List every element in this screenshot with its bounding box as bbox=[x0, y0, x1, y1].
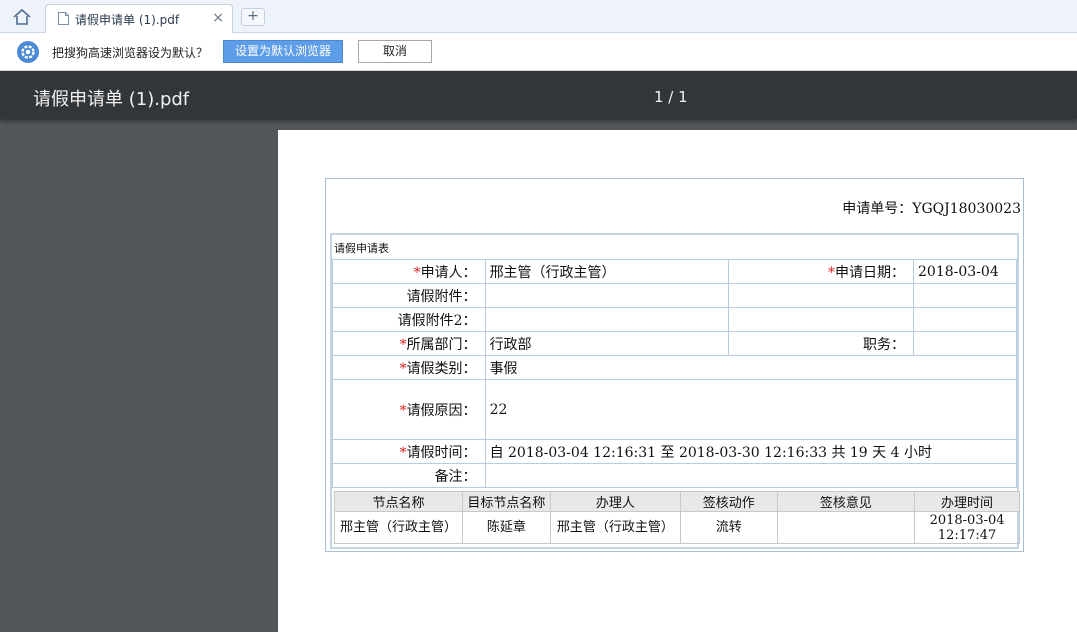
target-node-cell: 陈延章 bbox=[461, 511, 551, 544]
leave-reason-label-text: 请假原因： bbox=[406, 402, 477, 419]
page-counter: 1 / 1 bbox=[654, 88, 688, 106]
department-label-text: 所属部门： bbox=[406, 336, 477, 353]
table-header-row: 节点名称 目标节点名称 办理人 签核动作 签核意见 办理时间 bbox=[334, 491, 1020, 512]
table-row: *请假时间： 自 2018-03-04 12:16:31 至 2018-03-3… bbox=[332, 439, 1018, 464]
leave-time-label-text: 请假时间： bbox=[406, 444, 477, 461]
date-label: *申请日期： bbox=[728, 259, 915, 284]
leave-type-label: *请假类别： bbox=[332, 355, 486, 380]
document-icon bbox=[58, 12, 69, 25]
required-mark: * bbox=[413, 264, 421, 281]
close-tab-icon[interactable]: × bbox=[212, 10, 224, 26]
required-mark: * bbox=[399, 402, 407, 419]
applicant-label: *申请人： bbox=[332, 259, 486, 284]
handler-cell: 邢主管（行政主管） bbox=[549, 511, 681, 544]
request-number: 申请单号：YGQJ18030023 bbox=[842, 198, 1021, 218]
form-body: 请假申请表 *申请人： 邢主管（行政主管） *申请日期： 2018-03-04 … bbox=[330, 233, 1020, 549]
form-fields-table: *申请人： 邢主管（行政主管） *申请日期： 2018-03-04 请假附件： … bbox=[332, 259, 1018, 488]
browser-tab-strip: 请假申请单 (1).pdf × + bbox=[0, 0, 1077, 33]
column-header: 签核动作 bbox=[679, 491, 778, 512]
attachment2-value bbox=[484, 307, 730, 332]
form-heading: 请假申请表 bbox=[334, 242, 389, 255]
leave-reason-value: 22 bbox=[484, 379, 1018, 440]
approval-log-table: 节点名称 目标节点名称 办理人 签核动作 签核意见 办理时间 邢主管（行政主管）… bbox=[334, 491, 1020, 544]
date-value: 2018-03-04 bbox=[913, 259, 1017, 284]
cancel-button[interactable]: 取消 bbox=[358, 40, 432, 63]
leave-type-value: 事假 bbox=[484, 355, 1018, 380]
required-mark: * bbox=[399, 444, 407, 461]
column-header: 签核意见 bbox=[776, 491, 916, 512]
table-row: *请假原因： 22 bbox=[332, 379, 1018, 440]
prompt-message: 把搜狗高速浏览器设为默认？ bbox=[52, 46, 209, 60]
new-tab-button[interactable]: + bbox=[241, 8, 265, 26]
empty-cell bbox=[728, 307, 915, 332]
date-label-text: 申请日期： bbox=[835, 264, 906, 281]
note-label: 备注： bbox=[332, 463, 486, 488]
table-row: 邢主管（行政主管） 陈延章 邢主管（行政主管） 流转 2018-03-04 12:… bbox=[334, 511, 1020, 544]
node-name-cell: 邢主管（行政主管） bbox=[334, 511, 463, 544]
action-cell: 流转 bbox=[679, 511, 778, 544]
pdf-viewer: 请假申请单 (1).pdf 1 / 1 申请单号：YGQJ18030023 请假… bbox=[0, 71, 1077, 632]
leave-time-value: 自 2018-03-04 12:16:31 至 2018-03-30 12:16… bbox=[484, 439, 1018, 464]
request-number-value: YGQJ18030023 bbox=[912, 201, 1021, 217]
handle-time-clock: 12:17:47 bbox=[937, 527, 997, 543]
required-mark: * bbox=[399, 336, 407, 353]
leave-time-label: *请假时间： bbox=[332, 439, 486, 464]
leave-request-form: 申请单号：YGQJ18030023 请假申请表 *申请人： 邢主管（行政主管） … bbox=[325, 178, 1024, 552]
note-value bbox=[484, 463, 1018, 488]
position-label: 职务： bbox=[728, 331, 915, 356]
column-header: 节点名称 bbox=[334, 491, 463, 512]
browser-tab-active[interactable]: 请假申请单 (1).pdf × bbox=[45, 4, 233, 33]
document-title: 请假申请单 (1).pdf bbox=[33, 89, 190, 110]
applicant-value: 邢主管（行政主管） bbox=[484, 259, 730, 284]
opinion-cell bbox=[776, 511, 916, 544]
table-row: 请假附件2： bbox=[332, 307, 1017, 332]
attachment-value bbox=[484, 283, 730, 308]
required-mark: * bbox=[828, 264, 836, 281]
column-header: 目标节点名称 bbox=[461, 491, 551, 512]
position-value bbox=[913, 331, 1017, 356]
empty-cell bbox=[913, 307, 1017, 332]
applicant-label-text: 申请人： bbox=[420, 264, 477, 281]
handle-time-date: 2018-03-04 bbox=[929, 512, 1005, 528]
leave-type-label-text: 请假类别： bbox=[406, 360, 477, 377]
empty-cell bbox=[913, 283, 1017, 308]
empty-cell bbox=[728, 283, 915, 308]
department-label: *所属部门： bbox=[332, 331, 486, 356]
table-row: *请假类别： 事假 bbox=[332, 355, 1018, 380]
table-row: 备注： bbox=[332, 463, 1018, 488]
department-value: 行政部 bbox=[484, 331, 730, 356]
required-mark: * bbox=[399, 360, 407, 377]
table-row: *所属部门： 行政部 职务： bbox=[332, 331, 1017, 356]
pdf-toolbar: 请假申请单 (1).pdf 1 / 1 bbox=[0, 71, 1077, 119]
attachment2-label: 请假附件2： bbox=[332, 307, 486, 332]
handle-time-cell: 2018-03-04 12:17:47 bbox=[914, 511, 1020, 544]
column-header: 办理人 bbox=[549, 491, 681, 512]
leave-reason-label: *请假原因： bbox=[332, 379, 486, 440]
table-row: 请假附件： bbox=[332, 283, 1017, 308]
table-row: *申请人： 邢主管（行政主管） *申请日期： 2018-03-04 bbox=[332, 259, 1017, 284]
home-icon[interactable] bbox=[12, 7, 32, 27]
column-header: 办理时间 bbox=[914, 491, 1020, 512]
request-number-label: 申请单号： bbox=[842, 201, 913, 217]
pdf-page: 申请单号：YGQJ18030023 请假申请表 *申请人： 邢主管（行政主管） … bbox=[278, 130, 1077, 632]
attachment-label: 请假附件： bbox=[332, 283, 486, 308]
tab-title: 请假申请单 (1).pdf bbox=[75, 13, 180, 27]
gear-icon bbox=[17, 41, 39, 63]
default-browser-prompt: 把搜狗高速浏览器设为默认？ 设置为默认浏览器 取消 bbox=[0, 33, 1077, 71]
set-default-browser-button[interactable]: 设置为默认浏览器 bbox=[223, 40, 343, 63]
